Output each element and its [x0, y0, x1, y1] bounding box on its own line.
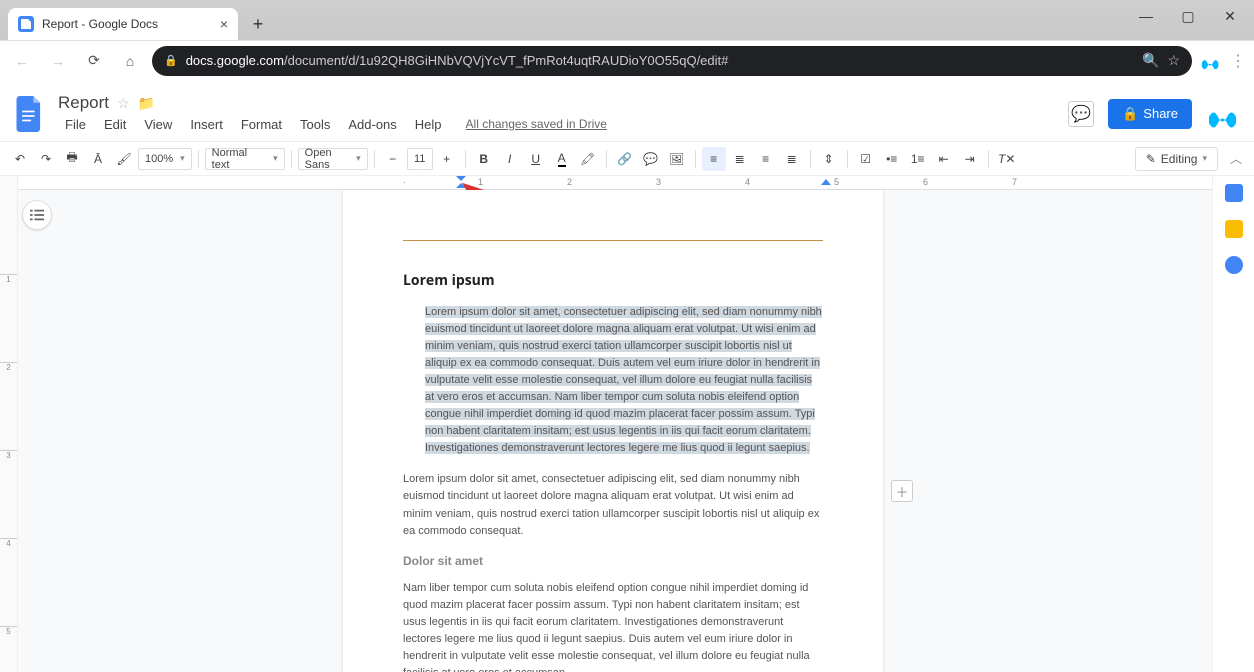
underline-button[interactable]: U [524, 147, 548, 171]
style-select[interactable]: Normal text [205, 148, 285, 170]
print-button[interactable]: 🖶 [60, 147, 84, 171]
tasks-tab[interactable] [1225, 256, 1243, 274]
indent-marker[interactable]: 0.81 [456, 176, 466, 188]
window-close[interactable]: ✕ [1210, 2, 1250, 30]
highlight-button[interactable]: 🖍 [576, 147, 600, 171]
save-status[interactable]: All changes saved in Drive [459, 115, 614, 134]
spellcheck-button[interactable]: Ā [86, 147, 110, 171]
paragraph[interactable]: Lorem ipsum dolor sit amet, consectetuer… [403, 471, 823, 539]
zoom-select[interactable]: 100% [138, 148, 192, 170]
browser-menu-icon[interactable]: ⋮ [1230, 51, 1246, 71]
docs-logo[interactable] [12, 96, 48, 132]
comment-button[interactable]: 💬 [639, 147, 663, 171]
tab-close-icon[interactable]: × [220, 16, 228, 32]
pencil-icon: ✎ [1146, 152, 1156, 166]
bullet-list-button[interactable]: •≡ [880, 147, 904, 171]
editing-mode-select[interactable]: ✎ Editing ▾ [1135, 147, 1218, 171]
comments-button[interactable]: 💬 [1068, 101, 1094, 127]
document-page[interactable]: Lorem ipsum Lorem ipsum dolor sit amet, … [343, 190, 883, 672]
collapse-toolbar-button[interactable]: ︿ [1226, 150, 1246, 167]
tab-title: Report - Google Docs [42, 17, 158, 31]
font-select[interactable]: Open Sans [298, 148, 368, 170]
checklist-button[interactable]: ☑ [854, 147, 878, 171]
chevron-down-icon: ▾ [1202, 153, 1207, 164]
menu-file[interactable]: File [58, 115, 93, 134]
font-size-inc[interactable]: + [435, 147, 459, 171]
window-minimize[interactable]: — [1126, 2, 1166, 30]
indent-dec-button[interactable]: ⇤ [932, 147, 956, 171]
calendar-tab[interactable] [1225, 184, 1243, 202]
nav-forward[interactable]: → [44, 47, 72, 75]
heading-2[interactable]: Dolor sit amet [403, 554, 823, 568]
number-list-button[interactable]: 1≡ [906, 147, 930, 171]
menu-addons[interactable]: Add-ons [341, 115, 403, 134]
undo-button[interactable]: ↶ [8, 147, 32, 171]
italic-button[interactable]: I [498, 147, 522, 171]
menu-help[interactable]: Help [408, 115, 449, 134]
docs-favicon [18, 16, 34, 32]
lock-icon: 🔒 [1122, 106, 1138, 122]
nav-home[interactable]: ⌂ [116, 47, 144, 75]
align-justify-button[interactable]: ≣ [780, 147, 804, 171]
add-comment-button[interactable]: ＋ [891, 480, 913, 502]
menu-insert[interactable]: Insert [183, 115, 230, 134]
star-icon[interactable]: ☆ [117, 95, 130, 112]
nav-reload[interactable]: ⟳ [80, 47, 108, 75]
outline-toggle-button[interactable] [22, 200, 52, 230]
line-spacing-button[interactable]: ⇕ [817, 147, 841, 171]
extension-icon[interactable] [1200, 50, 1222, 72]
zoom-icon[interactable]: 🔍 [1142, 52, 1159, 69]
docs-header: Report ☆ 📁 File Edit View Insert Format … [0, 80, 1254, 142]
bold-button[interactable]: B [472, 147, 496, 171]
font-size-input[interactable]: 11 [407, 148, 433, 170]
horizontal-ruler[interactable]: · 1 2 3 4 5 6 7 0.81 [18, 176, 1212, 190]
document-area: · 1 2 3 4 5 6 7 0.81 [18, 176, 1212, 672]
side-panel [1212, 176, 1254, 672]
redo-button[interactable]: ↷ [34, 147, 58, 171]
text-color-button[interactable]: A [550, 147, 574, 171]
menu-bar: File Edit View Insert Format Tools Add-o… [58, 115, 1058, 134]
toolbar: ↶ ↷ 🖶 Ā 🖌 100% Normal text Open Sans − 1… [0, 142, 1254, 176]
menu-view[interactable]: View [137, 115, 179, 134]
right-margin-marker[interactable] [821, 179, 831, 185]
selected-text: Lorem ipsum dolor sit amet, consectetuer… [425, 306, 822, 454]
outline-icon [30, 208, 44, 222]
heading-1[interactable]: Lorem ipsum [403, 271, 823, 290]
lock-icon: 🔒 [164, 54, 178, 67]
align-right-button[interactable]: ≡ [754, 147, 778, 171]
browser-chrome: — ▢ ✕ Report - Google Docs × + ← → ⟳ ⌂ 🔒… [0, 0, 1254, 80]
new-tab-button[interactable]: + [244, 10, 272, 38]
menu-tools[interactable]: Tools [293, 115, 337, 134]
align-left-button[interactable]: ≡ [702, 147, 726, 171]
paragraph[interactable]: Lorem ipsum dolor sit amet, consectetuer… [403, 304, 823, 457]
address-bar[interactable]: 🔒 docs.google.com/document/d/1u92QH8GiHN… [152, 46, 1192, 76]
url-text: docs.google.com/document/d/1u92QH8GiHNbV… [186, 53, 1134, 68]
account-avatar[interactable] [1206, 96, 1242, 132]
browser-tab[interactable]: Report - Google Docs × [8, 8, 238, 40]
indent-inc-button[interactable]: ⇥ [958, 147, 982, 171]
link-button[interactable]: 🔗 [613, 147, 637, 171]
window-maximize[interactable]: ▢ [1168, 2, 1208, 30]
paragraph[interactable]: Nam liber tempor cum soluta nobis eleife… [403, 580, 823, 672]
share-button[interactable]: 🔒 Share [1108, 99, 1192, 129]
align-center-button[interactable]: ≣ [728, 147, 752, 171]
bookmark-icon[interactable]: ☆ [1167, 52, 1180, 69]
menu-format[interactable]: Format [234, 115, 289, 134]
paint-format-button[interactable]: 🖌 [112, 147, 136, 171]
horizontal-rule [403, 240, 823, 241]
nav-back[interactable]: ← [8, 47, 36, 75]
move-folder-icon[interactable]: 📁 [138, 95, 155, 112]
image-button[interactable]: 🖼 [665, 147, 689, 171]
vertical-ruler[interactable]: 1 2 3 4 5 [0, 176, 18, 672]
doc-title[interactable]: Report [58, 93, 109, 113]
keep-tab[interactable] [1225, 220, 1243, 238]
menu-edit[interactable]: Edit [97, 115, 133, 134]
clear-format-button[interactable]: T✕ [995, 147, 1019, 171]
font-size-dec[interactable]: − [381, 147, 405, 171]
